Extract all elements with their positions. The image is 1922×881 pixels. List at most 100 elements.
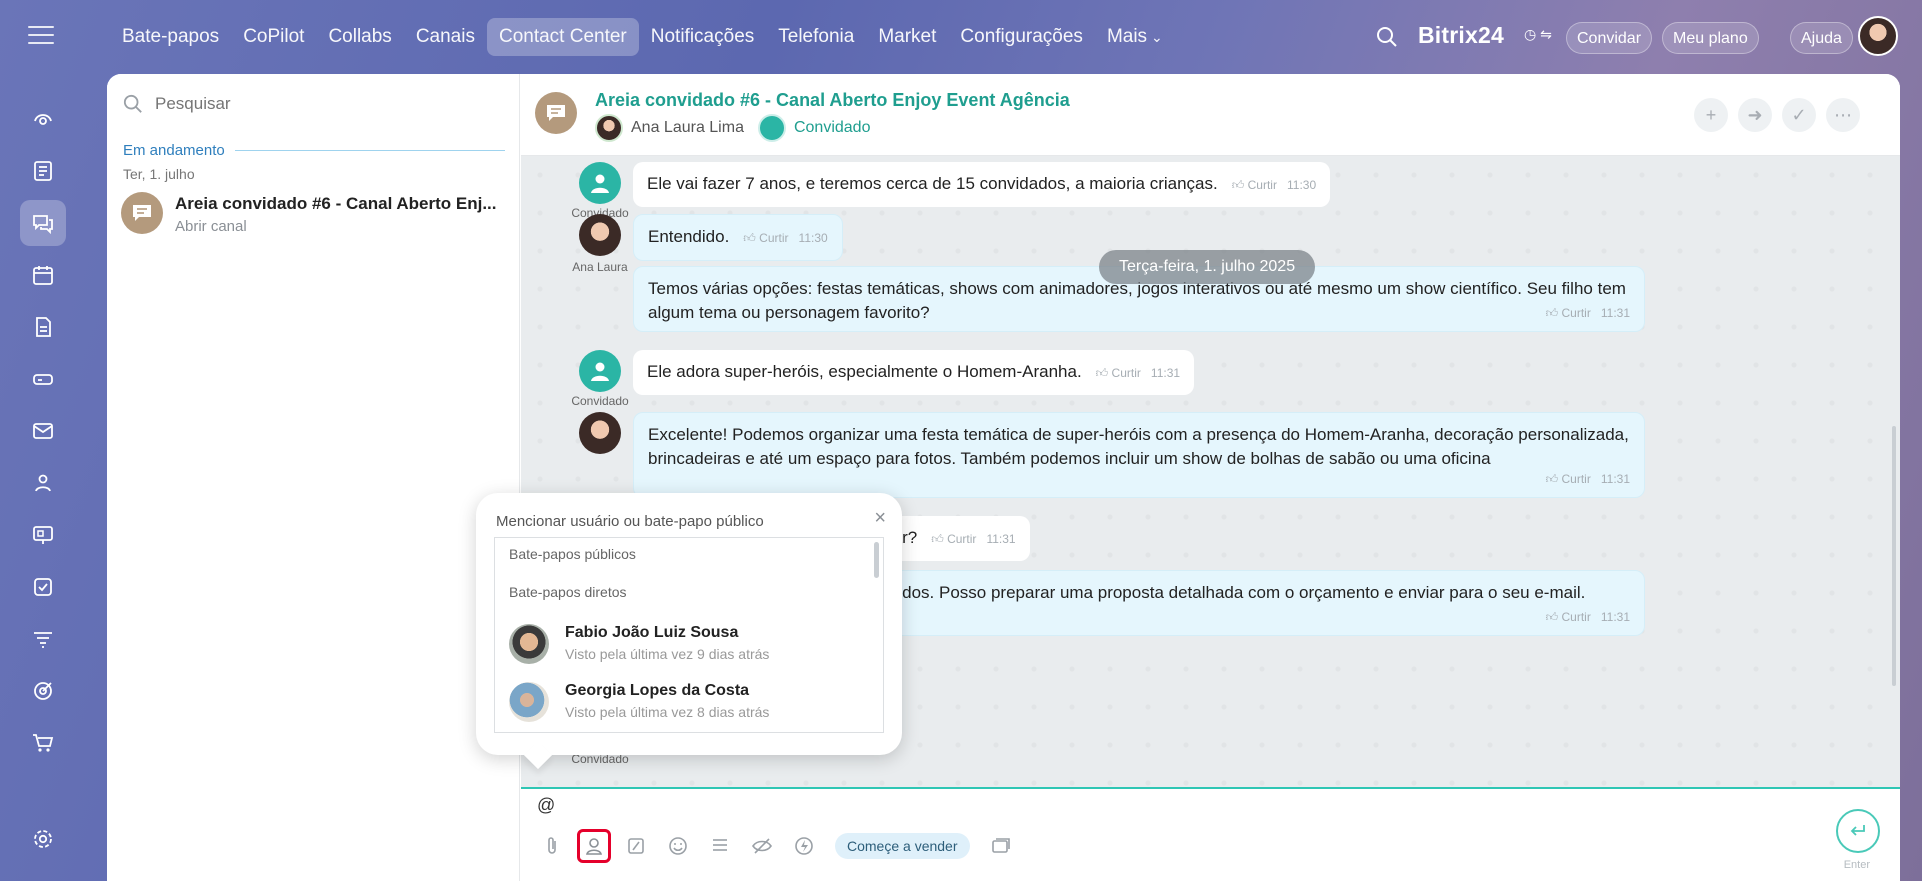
chat-icon[interactable] bbox=[20, 200, 66, 246]
nav-contact-center[interactable]: Contact Center bbox=[486, 18, 639, 56]
main-nav: Bate-papos CoPilot Collabs Canais Contac… bbox=[110, 18, 1175, 56]
nav-market[interactable]: Market bbox=[866, 18, 948, 56]
finish-icon[interactable]: ✓ bbox=[1782, 98, 1816, 132]
like-button[interactable]: Curtir bbox=[1562, 306, 1591, 320]
cart-icon[interactable] bbox=[20, 720, 66, 766]
like-button[interactable]: Curtir bbox=[1248, 178, 1277, 192]
like-button[interactable]: Curtir bbox=[1562, 610, 1591, 624]
user-avatar[interactable] bbox=[1858, 16, 1898, 56]
channel-avatar bbox=[535, 92, 577, 134]
mention-user-icon[interactable] bbox=[577, 829, 611, 863]
command-icon[interactable] bbox=[619, 829, 653, 863]
nav-notifications[interactable]: Notificações bbox=[639, 18, 767, 56]
like-button[interactable]: Curtir bbox=[1112, 366, 1141, 380]
close-icon[interactable]: × bbox=[874, 507, 886, 530]
document-icon[interactable] bbox=[20, 304, 66, 350]
chat-window: Areia convidado #6 - Canal Aberto Enjoy … bbox=[521, 74, 1900, 881]
like-icon[interactable]: 👍︎ bbox=[1232, 178, 1248, 192]
avatar bbox=[509, 624, 549, 664]
nav-more[interactable]: Mais bbox=[1095, 18, 1175, 56]
like-icon[interactable]: 👍︎ bbox=[743, 231, 759, 245]
guest-avatar[interactable] bbox=[757, 114, 786, 142]
messages-scrollbar[interactable] bbox=[1892, 426, 1896, 686]
chat-title[interactable]: Areia convidado #6 - Canal Aberto Enjoy … bbox=[595, 90, 1070, 111]
guest-name[interactable]: Convidado bbox=[794, 119, 871, 137]
invite-button[interactable]: Convidar bbox=[1566, 22, 1653, 54]
group-public-chats[interactable]: Bate-papos públicos bbox=[509, 546, 636, 562]
like-button[interactable]: Curtir bbox=[947, 532, 976, 546]
send-button[interactable] bbox=[1836, 809, 1880, 853]
chat-header: Areia convidado #6 - Canal Aberto Enjoy … bbox=[521, 74, 1900, 156]
mention-scrollbar[interactable] bbox=[874, 542, 879, 578]
templates-icon[interactable] bbox=[703, 829, 737, 863]
section-in-progress: Em andamento bbox=[123, 142, 225, 159]
person-icon bbox=[591, 174, 609, 193]
message-author: Ana Laura bbox=[572, 260, 628, 274]
chat-list-item[interactable]: Areia convidado #6 - Canal Aberto Enj...… bbox=[107, 184, 520, 250]
activity-icon[interactable] bbox=[20, 96, 66, 142]
guest-avatar[interactable] bbox=[579, 350, 621, 392]
operator-avatar[interactable] bbox=[579, 214, 621, 256]
message-bubble[interactable]: Ele vai fazer 7 anos, e teremos cerca de… bbox=[633, 162, 1331, 207]
add-icon[interactable]: + bbox=[1694, 98, 1728, 132]
calendar-icon[interactable] bbox=[20, 252, 66, 298]
nav-channels[interactable]: Canais bbox=[404, 18, 487, 56]
lightning-icon[interactable] bbox=[787, 829, 821, 863]
help-button[interactable]: Ajuda bbox=[1790, 22, 1853, 54]
person-icon bbox=[591, 362, 609, 381]
nav-telephony[interactable]: Telefonia bbox=[766, 18, 866, 56]
search-icon[interactable] bbox=[1376, 26, 1398, 48]
filter-icon[interactable] bbox=[20, 616, 66, 662]
forward-icon[interactable]: ➜ bbox=[1738, 98, 1772, 132]
guest-avatar[interactable] bbox=[579, 162, 621, 204]
operator-name[interactable]: Ana Laura Lima bbox=[631, 119, 744, 137]
mention-item[interactable]: Georgia Lopes da Costa Visto pela última… bbox=[495, 674, 875, 728]
target-icon[interactable] bbox=[20, 668, 66, 714]
emoji-icon[interactable] bbox=[661, 829, 695, 863]
message-bubble[interactable]: s escolhidos. Posso preparar uma propost… bbox=[821, 570, 1645, 636]
like-button[interactable]: Curtir bbox=[1562, 472, 1591, 486]
menu-icon[interactable] bbox=[28, 26, 54, 46]
search-icon bbox=[123, 94, 142, 113]
like-icon[interactable]: 👍︎ bbox=[1096, 366, 1112, 380]
contacts-icon[interactable] bbox=[20, 460, 66, 506]
like-button[interactable]: Curtir bbox=[759, 231, 788, 245]
nav-copilot[interactable]: CoPilot bbox=[231, 18, 316, 56]
group-direct-chats[interactable]: Bate-papos diretos bbox=[509, 584, 627, 600]
message-text: Excelente! Podemos organizar uma festa t… bbox=[648, 425, 1629, 468]
nav-settings[interactable]: Configurações bbox=[948, 18, 1095, 56]
tasks-icon[interactable] bbox=[20, 564, 66, 610]
hidden-message-icon[interactable] bbox=[745, 829, 779, 863]
sites-icon[interactable] bbox=[20, 512, 66, 558]
message-meta: 👍︎ Curtir 11:30 bbox=[1232, 178, 1316, 192]
settings-icon[interactable] bbox=[20, 816, 66, 862]
operator-avatar[interactable] bbox=[595, 114, 623, 142]
window-icon[interactable] bbox=[984, 829, 1018, 863]
like-icon[interactable]: 👍︎ bbox=[931, 532, 947, 546]
more-icon[interactable]: ⋯ bbox=[1826, 98, 1860, 132]
search-input[interactable] bbox=[155, 94, 455, 114]
like-icon[interactable]: 👍︎ bbox=[1546, 306, 1562, 320]
mention-item[interactable]: Fabio João Luiz Sousa Visto pela última … bbox=[495, 616, 875, 670]
mail-icon[interactable] bbox=[20, 408, 66, 454]
popup-title: Mencionar usuário ou bate-papo público bbox=[496, 513, 764, 530]
my-plan-button[interactable]: Meu plano bbox=[1662, 22, 1759, 54]
feed-icon[interactable] bbox=[20, 148, 66, 194]
attach-icon[interactable] bbox=[535, 829, 569, 863]
operator-avatar[interactable] bbox=[579, 412, 621, 454]
date-divider: Terça-feira, 1. julho 2025 bbox=[1099, 250, 1316, 284]
message-bubble[interactable]: Entendido. 👍︎ Curtir 11:30 bbox=[633, 214, 843, 261]
clock-icon[interactable]: ◷ ⇋ bbox=[1524, 26, 1552, 43]
message-input[interactable] bbox=[537, 795, 1337, 816]
like-icon[interactable]: 👍︎ bbox=[1546, 610, 1562, 624]
mention-popup: Mencionar usuário ou bate-papo público ×… bbox=[476, 493, 902, 755]
like-icon[interactable]: 👍︎ bbox=[1546, 472, 1562, 486]
chat-list-subtitle: Abrir canal bbox=[175, 218, 247, 235]
message-bubble[interactable]: Ele adora super-heróis, especialmente o … bbox=[633, 350, 1195, 395]
message-meta: 👍︎ Curtir 11:31 bbox=[1546, 605, 1630, 629]
start-selling-button[interactable]: Começe a vender bbox=[835, 833, 970, 859]
message-bubble[interactable]: Excelente! Podemos organizar uma festa t… bbox=[633, 412, 1645, 498]
nav-chats[interactable]: Bate-papos bbox=[110, 18, 231, 56]
storage-icon[interactable] bbox=[20, 356, 66, 402]
nav-collabs[interactable]: Collabs bbox=[316, 18, 403, 56]
